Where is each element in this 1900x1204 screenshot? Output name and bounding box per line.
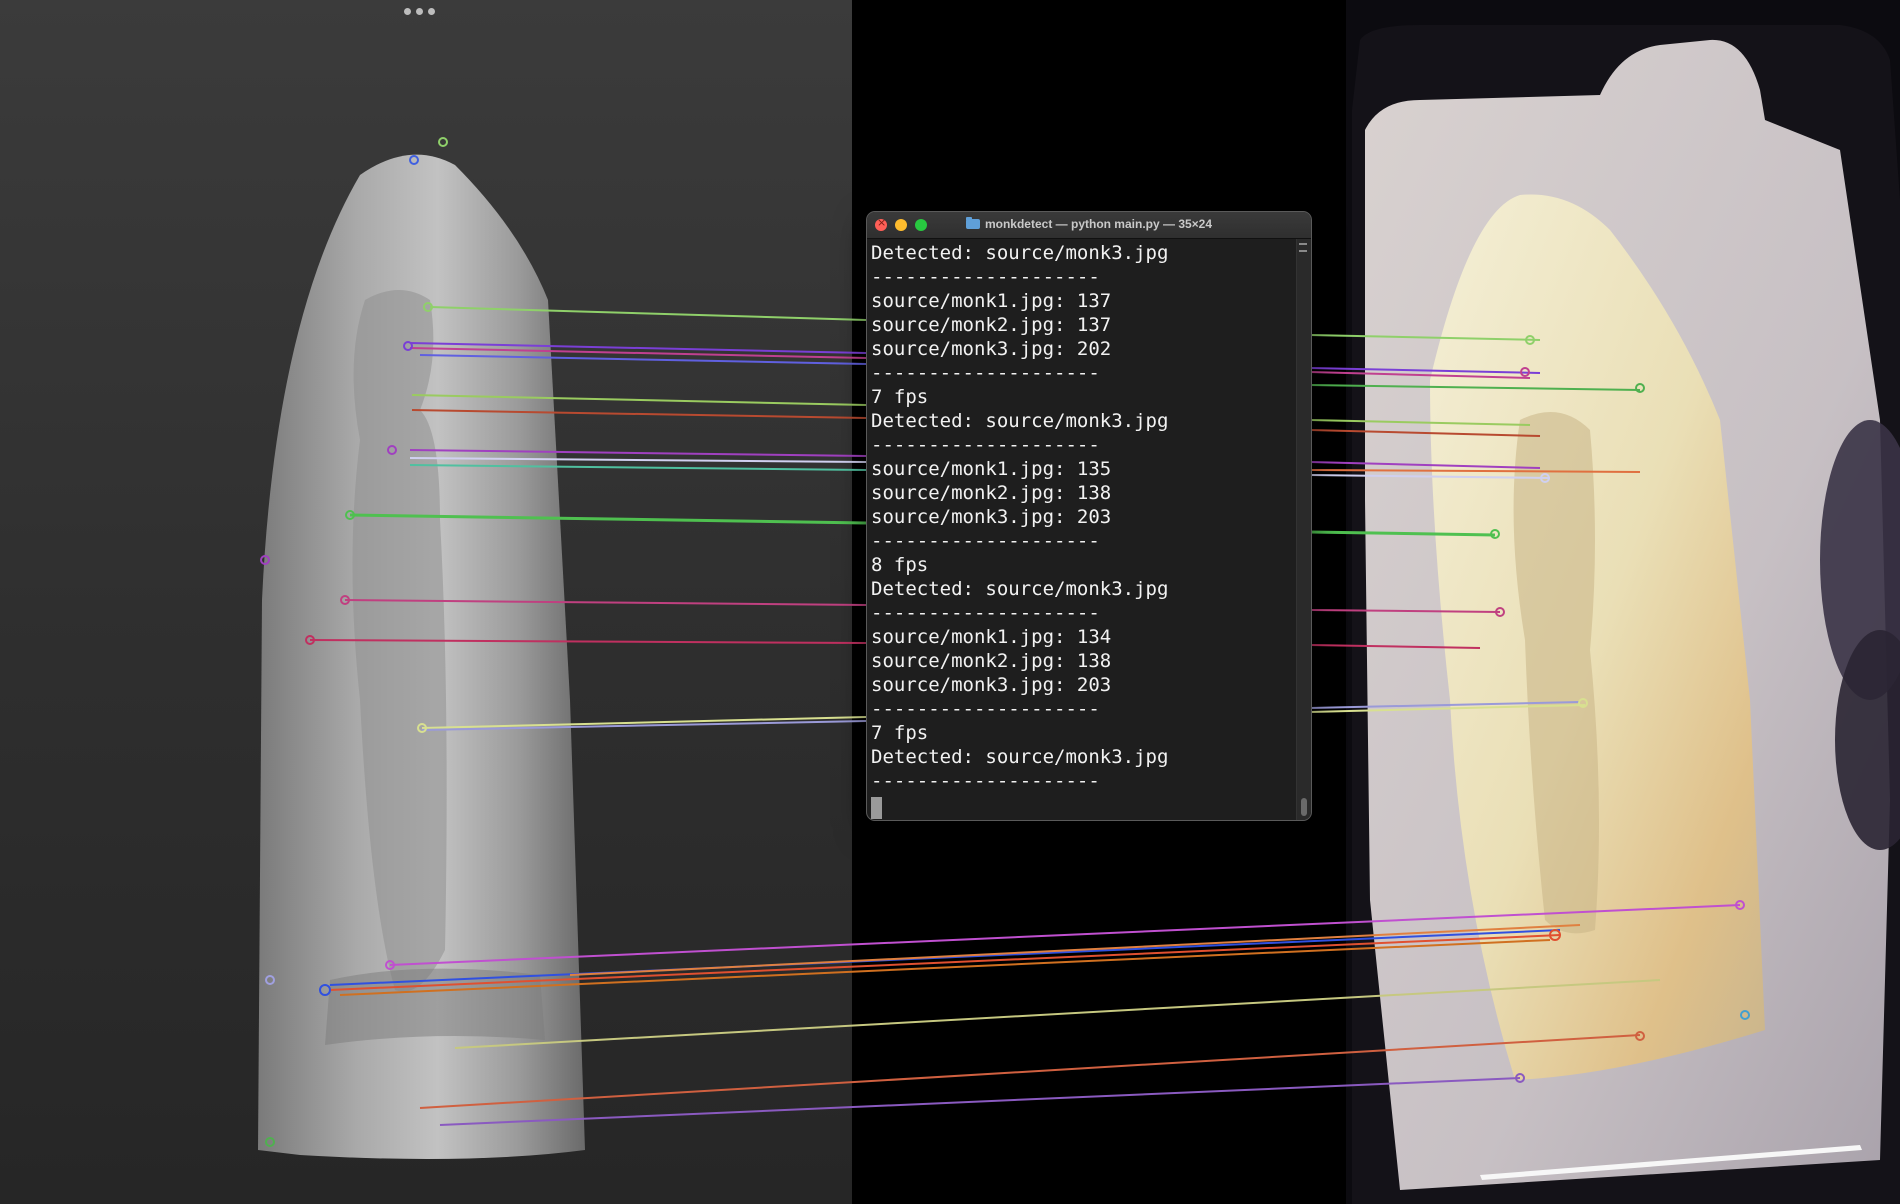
terminal-line: Detected: source/monk3.jpg — [871, 242, 1169, 264]
scroll-menu-icon[interactable] — [1299, 243, 1307, 252]
terminal-line: Detected: source/monk3.jpg — [871, 578, 1169, 600]
terminal-line: 8 fps — [871, 554, 929, 576]
terminal-line: source/monk2.jpg: 137 — [871, 314, 1112, 336]
terminal-line: source/monk1.jpg: 135 — [871, 458, 1112, 480]
folder-icon — [965, 217, 980, 229]
terminal-line: -------------------- — [871, 698, 1100, 720]
terminal-line: -------------------- — [871, 362, 1100, 384]
terminal-line: -------------------- — [871, 770, 1100, 792]
terminal-scrollbar[interactable] — [1296, 239, 1311, 820]
text-cursor — [871, 797, 882, 819]
terminal-line: -------------------- — [871, 530, 1100, 552]
camera-statue-image — [1352, 25, 1900, 1204]
terminal-line: 7 fps — [871, 722, 929, 744]
terminal-window[interactable]: monkdetect — python main.py — 35×24 Dete… — [866, 211, 1312, 821]
terminal-line: -------------------- — [871, 602, 1100, 624]
terminal-line: -------------------- — [871, 434, 1100, 456]
terminal-line: source/monk2.jpg: 138 — [871, 482, 1112, 504]
terminal-line: Detected: source/monk3.jpg — [871, 410, 1169, 432]
reference-statue-image — [258, 154, 585, 1160]
terminal-line: source/monk3.jpg: 203 — [871, 506, 1112, 528]
terminal-titlebar[interactable]: monkdetect — python main.py — 35×24 — [867, 212, 1311, 239]
scroll-thumb[interactable] — [1301, 798, 1307, 816]
terminal-line: 7 fps — [871, 386, 929, 408]
terminal-line: source/monk1.jpg: 137 — [871, 290, 1112, 312]
terminal-line: source/monk2.jpg: 138 — [871, 650, 1112, 672]
terminal-line: source/monk3.jpg: 203 — [871, 674, 1112, 696]
terminal-line: -------------------- — [871, 266, 1100, 288]
window-title-area: monkdetect — python main.py — 35×24 — [867, 217, 1311, 231]
window-title: monkdetect — python main.py — 35×24 — [984, 217, 1213, 231]
terminal-line: Detected: source/monk3.jpg — [871, 746, 1169, 768]
terminal-line: source/monk3.jpg: 202 — [871, 338, 1112, 360]
prompt-line[interactable] — [871, 797, 1293, 820]
terminal-line: source/monk1.jpg: 134 — [871, 626, 1112, 648]
terminal-output[interactable]: Detected: source/monk3.jpg -------------… — [867, 239, 1297, 820]
